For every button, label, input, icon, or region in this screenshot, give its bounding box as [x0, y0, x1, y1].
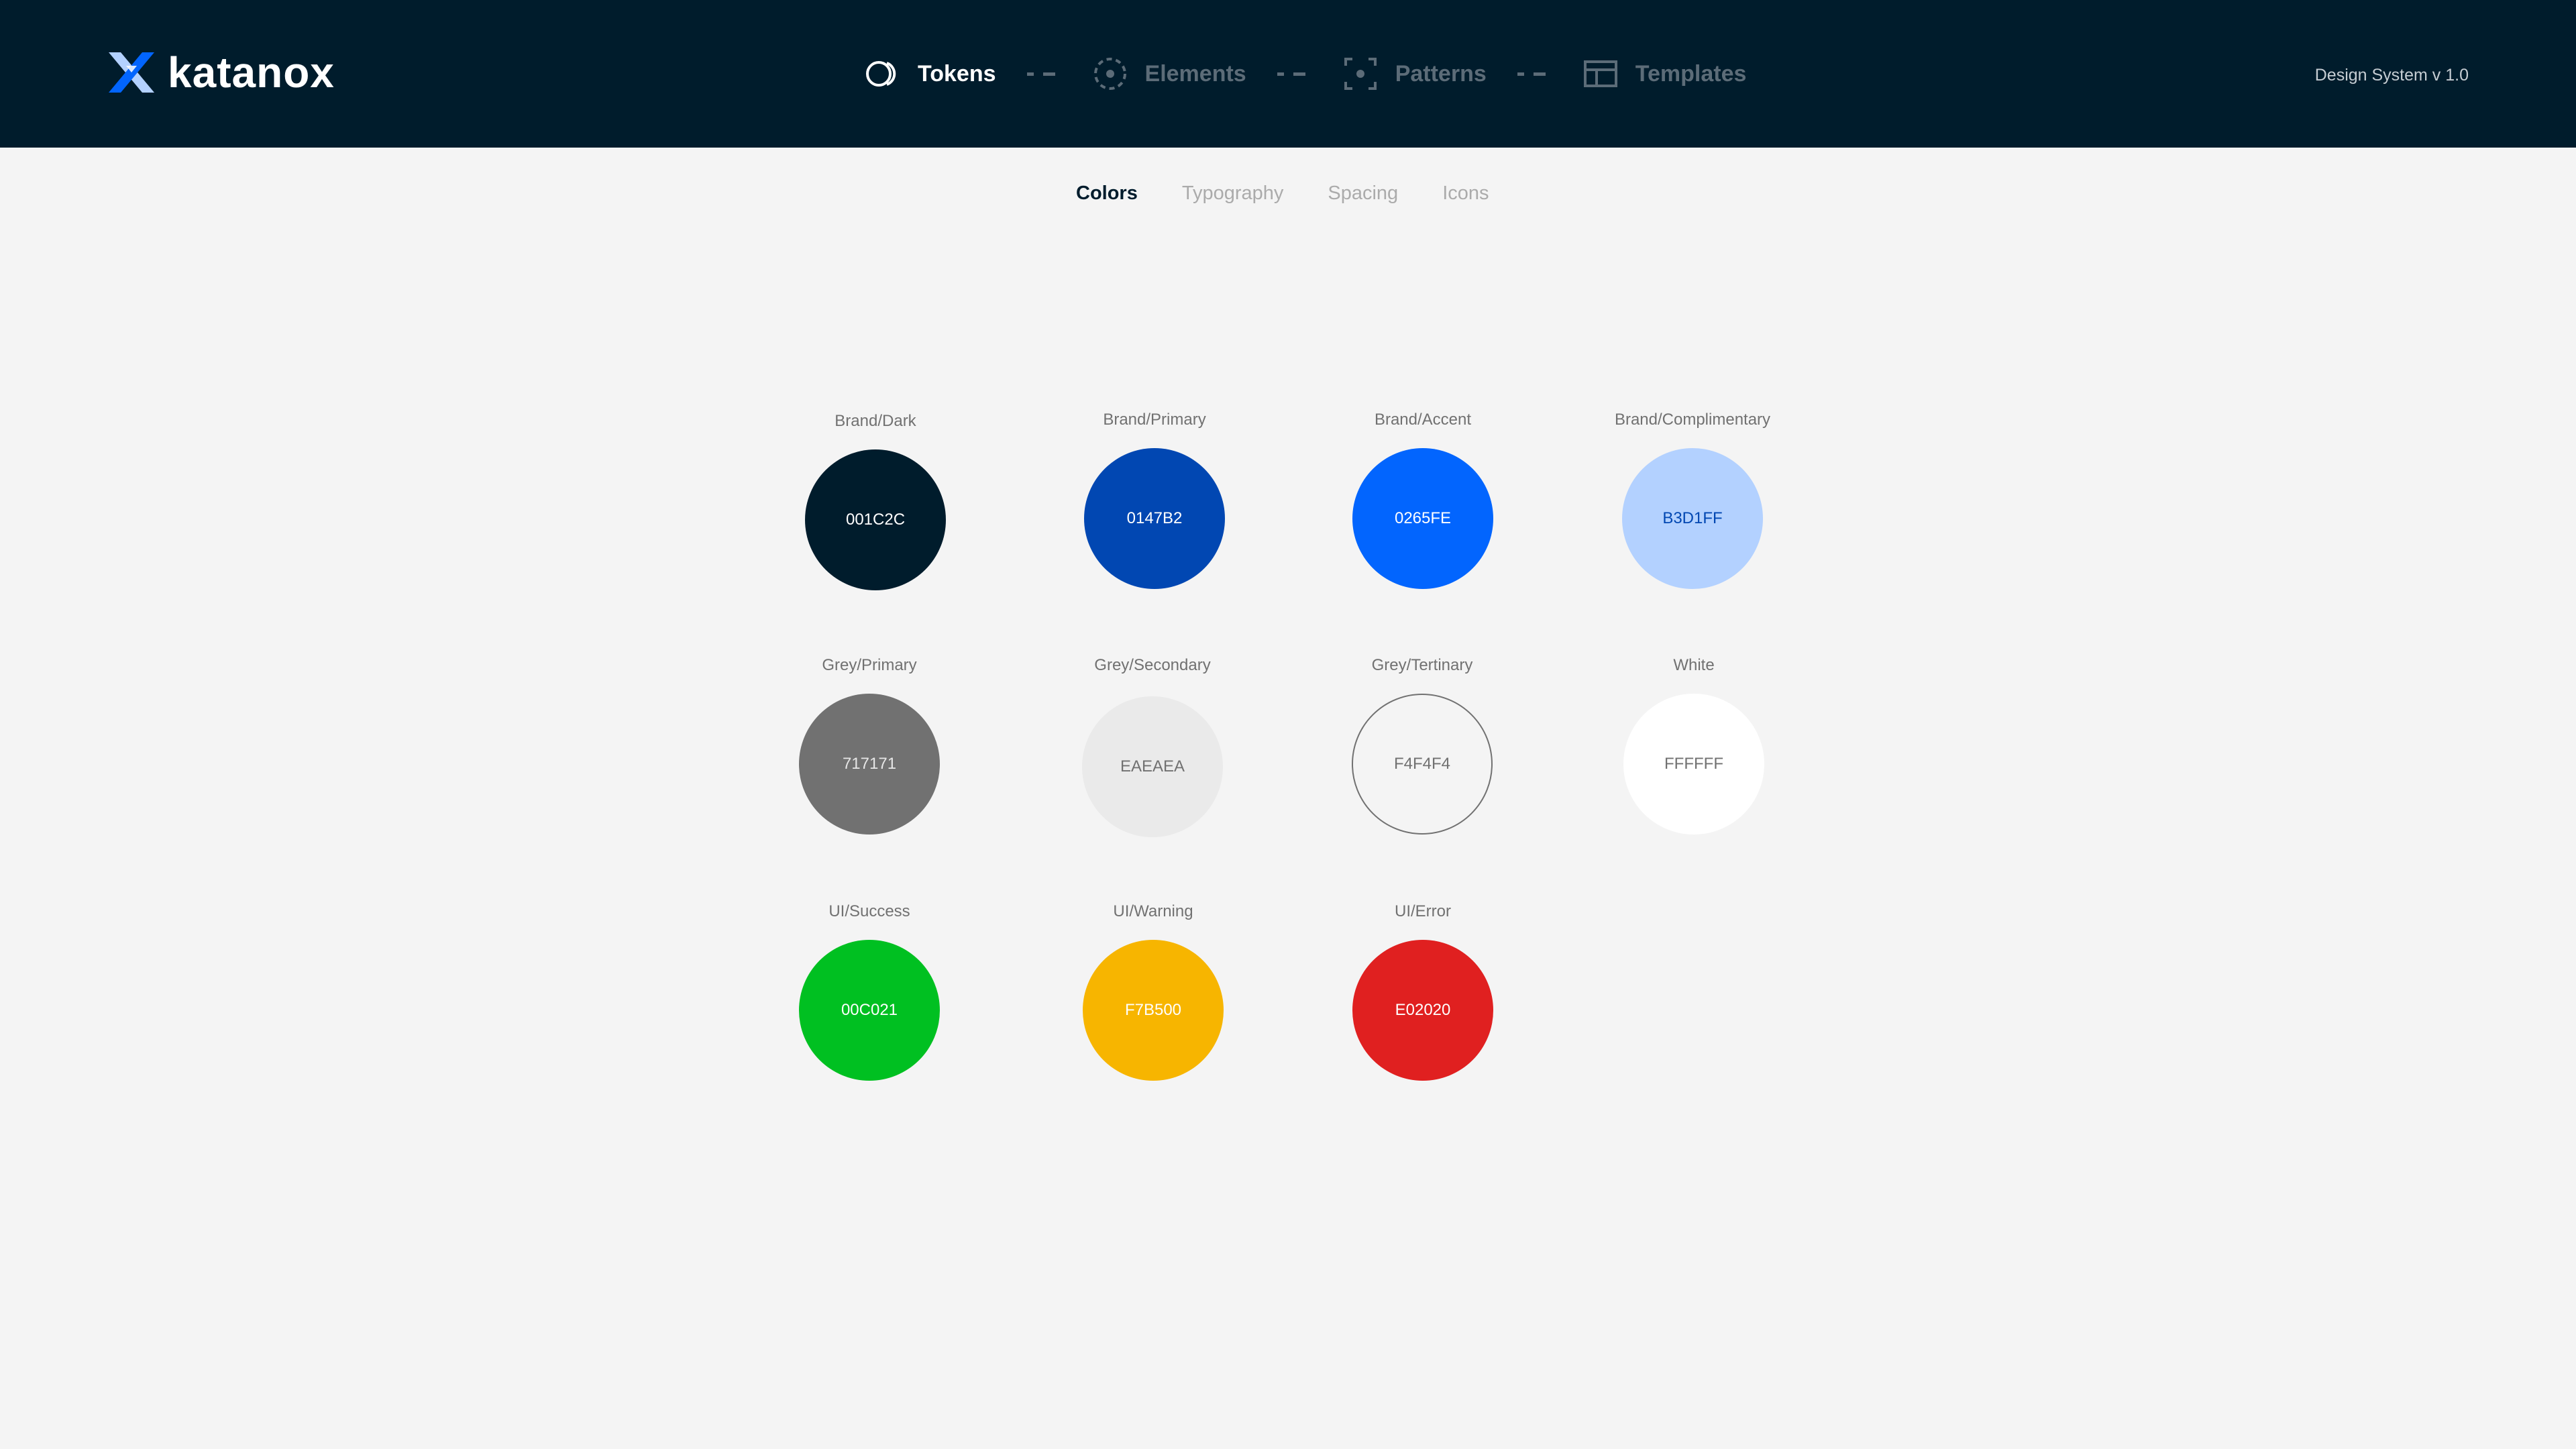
- color-swatch[interactable]: UI/Success 00C021: [749, 902, 990, 1110]
- color-swatch[interactable]: Brand/Accent 0265FE: [1302, 411, 1544, 619]
- swatch-circle: 00C021: [799, 940, 940, 1081]
- color-swatch[interactable]: Brand/Complimentary B3D1FF: [1572, 411, 1813, 619]
- swatch-circle: F7B500: [1083, 940, 1224, 1081]
- swatch-circle: FFFFFF: [1623, 694, 1764, 835]
- color-swatch[interactable]: UI/Warning F7B500: [1032, 902, 1274, 1110]
- swatch-name: Grey/Tertinary: [1371, 656, 1473, 674]
- swatch-name: UI/Warning: [1113, 902, 1193, 920]
- swatch-hex-code: E02020: [1395, 1001, 1451, 1019]
- swatch-circle: 0147B2: [1084, 448, 1225, 589]
- color-swatch[interactable]: Grey/Secondary EAEAEA: [1032, 656, 1273, 864]
- color-swatch[interactable]: Brand/Primary 0147B2: [1034, 411, 1275, 619]
- color-swatch[interactable]: Grey/Primary 717171: [749, 656, 990, 864]
- swatch-hex-code: 001C2C: [845, 511, 906, 529]
- swatch-name: Grey/Primary: [822, 656, 917, 674]
- swatch-hex-code: 00C021: [841, 1001, 898, 1019]
- swatch-name: Grey/Secondary: [1094, 656, 1211, 674]
- swatch-name: White: [1673, 656, 1715, 674]
- swatch-hex-code: FFFFFF: [1664, 755, 1723, 773]
- swatch-circle: 0265FE: [1352, 448, 1493, 589]
- swatch-circle: 717171: [799, 694, 940, 835]
- swatch-circle: F4F4F4: [1352, 694, 1493, 835]
- swatch-name: UI/Success: [828, 902, 910, 920]
- swatch-name: Brand/Complimentary: [1614, 411, 1771, 429]
- swatch-name: Brand/Primary: [1103, 411, 1206, 429]
- color-swatch[interactable]: Grey/Tertinary F4F4F4: [1301, 656, 1543, 864]
- swatch-circle: E02020: [1352, 940, 1493, 1081]
- swatch-hex-code: B3D1FF: [1662, 509, 1723, 527]
- swatch-hex-code: EAEAEA: [1120, 757, 1185, 775]
- swatch-hex-code: 0147B2: [1126, 509, 1183, 527]
- swatch-name: UI/Error: [1395, 902, 1451, 920]
- swatch-hex-code: 717171: [842, 755, 897, 773]
- swatch-hex-code: F4F4F4: [1393, 755, 1451, 773]
- color-swatch-grid: Brand/Dark 001C2C Brand/Primary 0147B2 B…: [0, 0, 2576, 1449]
- swatch-circle: EAEAEA: [1082, 696, 1223, 837]
- color-swatch[interactable]: UI/Error E02020: [1302, 902, 1544, 1110]
- swatch-circle: 001C2C: [805, 449, 946, 590]
- color-swatch[interactable]: Brand/Dark 001C2C: [755, 412, 996, 620]
- swatch-name: Brand/Accent: [1374, 411, 1472, 429]
- swatch-hex-code: 0265FE: [1394, 509, 1452, 527]
- color-swatch[interactable]: White FFFFFF: [1573, 656, 1815, 864]
- swatch-hex-code: F7B500: [1124, 1001, 1182, 1019]
- swatch-circle: B3D1FF: [1622, 448, 1763, 589]
- swatch-name: Brand/Dark: [835, 412, 916, 430]
